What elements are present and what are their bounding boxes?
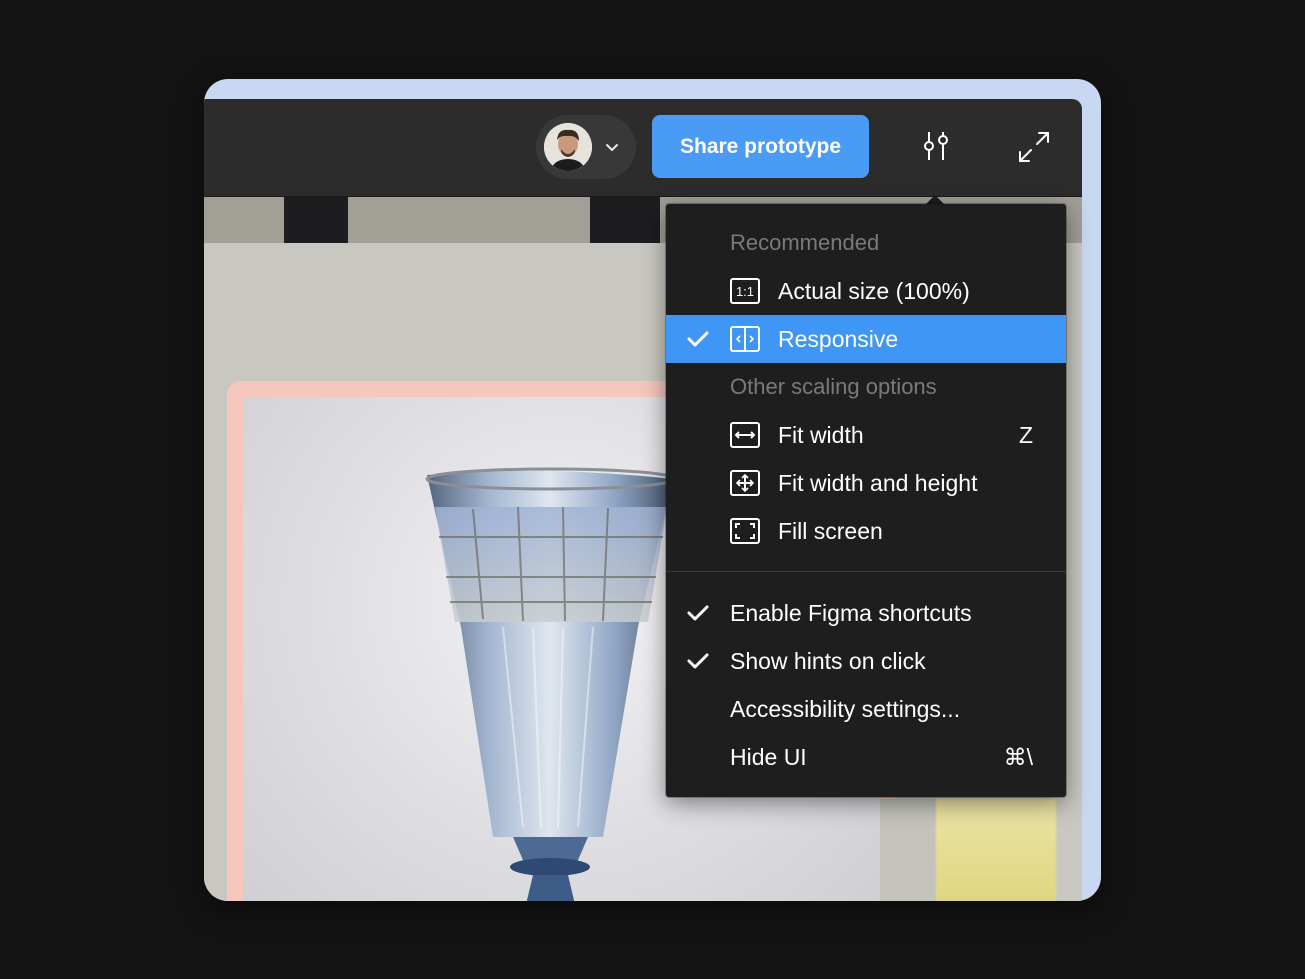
checkmark-icon: [687, 653, 709, 669]
menu-item-fit-width[interactable]: Fit width Z: [666, 411, 1066, 459]
menu-heading-other: Other scaling options: [666, 363, 1066, 411]
actual-size-icon: 1:1: [730, 278, 760, 304]
menu-item-label: Fit width: [778, 421, 864, 448]
menu-item-accessibility[interactable]: Accessibility settings...: [666, 685, 1066, 733]
shortcut-hint: ⌘\: [1003, 743, 1033, 770]
menu-item-label: Fit width and height: [778, 469, 978, 496]
canvas-swatch: [880, 799, 936, 901]
menu-item-label: Enable Figma shortcuts: [730, 599, 972, 626]
menu-item-enable-shortcuts[interactable]: Enable Figma shortcuts: [666, 589, 1066, 637]
checkmark-icon: [687, 331, 709, 347]
menu-heading-recommended: Recommended: [666, 219, 1066, 267]
user-menu-button[interactable]: [536, 115, 636, 179]
menu-heading-label: Recommended: [730, 230, 880, 255]
responsive-icon: [730, 326, 760, 352]
canvas-pillar: [590, 197, 660, 243]
share-prototype-button[interactable]: Share prototype: [652, 115, 869, 178]
menu-item-responsive[interactable]: Responsive: [666, 315, 1066, 363]
svg-text:1:1: 1:1: [736, 284, 754, 299]
avatar: [544, 123, 592, 171]
canvas-swatch: [936, 799, 1056, 901]
user-avatar-icon: [544, 123, 592, 171]
checkmark-icon: [687, 605, 709, 621]
shortcut-hint: Z: [1018, 421, 1033, 448]
canvas-pillar: [284, 197, 348, 243]
view-settings-menu: Recommended 1:1 Actual size (100%) Respo…: [666, 204, 1066, 797]
fit-width-icon: [730, 422, 760, 448]
menu-item-label: Responsive: [778, 325, 899, 352]
expand-icon[interactable]: [1016, 129, 1052, 165]
menu-item-actual-size[interactable]: 1:1 Actual size (100%): [666, 267, 1066, 315]
toolbar: Share prototype: [204, 99, 1082, 197]
menu-item-label: Actual size (100%): [778, 277, 970, 304]
menu-item-show-hints[interactable]: Show hints on click: [666, 637, 1066, 685]
fill-screen-icon: [730, 518, 760, 544]
menu-heading-label: Other scaling options: [730, 374, 937, 399]
menu-item-fill-screen[interactable]: Fill screen: [666, 507, 1066, 555]
menu-item-fit-width-height[interactable]: Fit width and height: [666, 459, 1066, 507]
menu-divider: [666, 571, 1066, 572]
menu-item-label: Fill screen: [778, 517, 883, 544]
sliders-icon[interactable]: [918, 129, 954, 165]
menu-item-label: Accessibility settings...: [730, 695, 961, 722]
menu-item-hide-ui[interactable]: Hide UI ⌘\: [666, 733, 1066, 781]
menu-caret: [926, 195, 944, 204]
chevron-down-icon: [606, 144, 618, 151]
menu-item-label: Show hints on click: [730, 647, 926, 674]
menu-item-label: Hide UI: [730, 743, 807, 770]
fit-width-height-icon: [730, 470, 760, 496]
